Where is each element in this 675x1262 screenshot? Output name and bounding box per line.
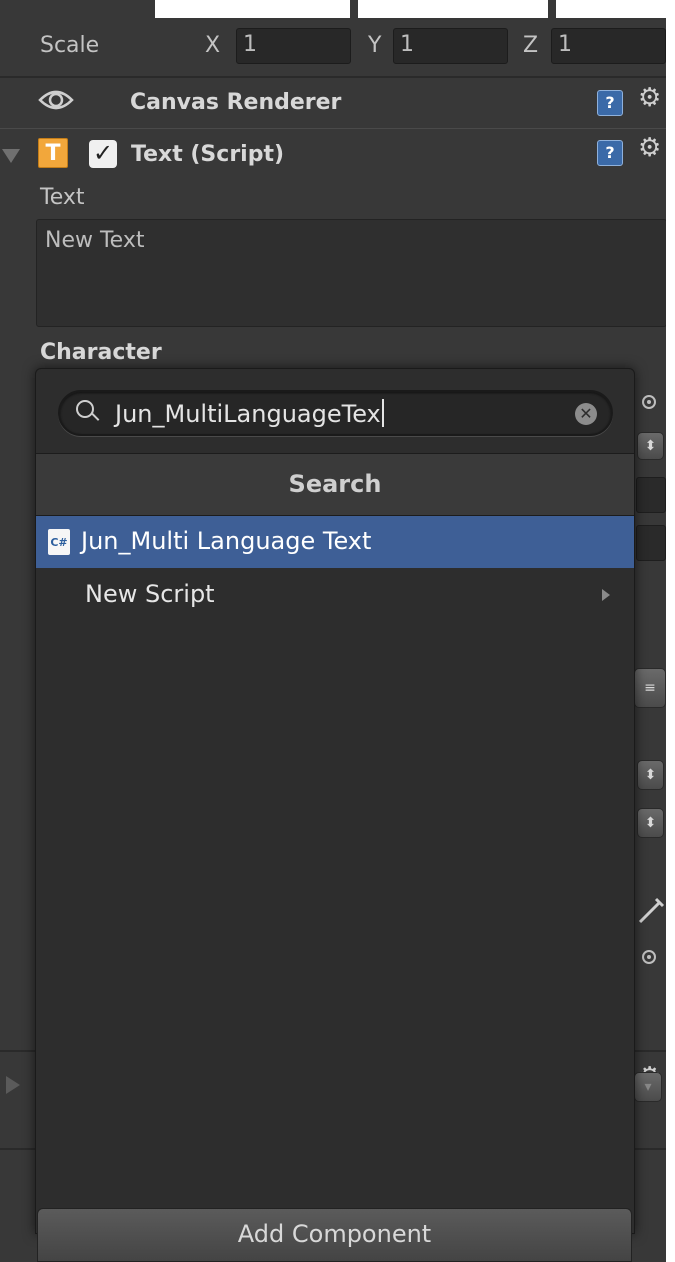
number-field[interactable] [636, 525, 666, 561]
top-strip [350, 0, 358, 18]
search-section-header: Search [36, 453, 634, 516]
top-strip [0, 0, 155, 18]
gear-icon[interactable]: ⚙ [638, 83, 661, 113]
character-section-label: Character [40, 340, 162, 365]
result-item-new-script[interactable]: New Script [36, 569, 634, 621]
scale-x-field[interactable]: 1 [236, 28, 351, 64]
object-picker-icon[interactable] [642, 395, 656, 409]
canvas-renderer-header[interactable]: Canvas Renderer ? ⚙ [0, 78, 666, 128]
scale-row: Scale X 1 Y 1 Z 1 [0, 18, 666, 76]
csharp-script-icon: C# [48, 529, 70, 555]
inspector-panel: Scale X 1 Y 1 Z 1 Canvas Renderer ? ⚙ T … [0, 0, 675, 1262]
text-field-label: Text [40, 185, 85, 210]
help-icon[interactable]: ? [597, 140, 623, 166]
result-item-label: New Script [85, 580, 215, 608]
text-value-area[interactable]: New Text [36, 219, 667, 327]
scale-z-label[interactable]: Z [523, 33, 538, 58]
object-picker-icon[interactable] [642, 950, 656, 964]
component-title: Canvas Renderer [130, 90, 342, 115]
submenu-arrow-icon [602, 589, 610, 601]
number-field[interactable] [636, 477, 666, 513]
help-icon[interactable]: ? [597, 90, 623, 116]
add-component-button[interactable]: Add Component [37, 1208, 632, 1262]
foldout-arrow-icon[interactable] [6, 1076, 20, 1094]
eye-icon[interactable] [38, 87, 74, 113]
clear-search-icon[interactable]: ✕ [575, 403, 597, 425]
component-title: Text (Script) [131, 142, 285, 167]
text-caret [381, 399, 384, 427]
scale-y-field[interactable]: 1 [393, 28, 508, 64]
top-strip [548, 0, 556, 18]
foldout-arrow-icon[interactable] [2, 149, 20, 163]
component-enabled-checkbox[interactable]: ✓ [89, 140, 117, 168]
eyedropper-icon[interactable] [636, 896, 666, 926]
scale-x-label[interactable]: X [205, 33, 220, 58]
text-script-header[interactable]: T ✓ Text (Script) ? ⚙ [0, 129, 666, 181]
component-search-input[interactable]: Jun_MultiLanguageTex ✕ [58, 390, 613, 436]
dropdown-stepper[interactable]: ⬍ [637, 760, 664, 790]
text-script-icon: T [38, 138, 68, 168]
gear-icon[interactable]: ⚙ [638, 133, 661, 163]
scale-label: Scale [40, 33, 100, 58]
cropped-top-edge [0, 0, 675, 18]
dropdown-stepper[interactable]: ⬍ [637, 808, 664, 838]
search-icon [76, 400, 94, 418]
add-component-popup: Jun_MultiLanguageTex ✕ Search C# Jun_Mul… [35, 368, 635, 1234]
dropdown-button[interactable]: ▾ [634, 1072, 662, 1102]
result-item-label: Jun_Multi Language Text [81, 527, 372, 555]
align-button[interactable]: ≡ [634, 668, 666, 708]
scale-y-label[interactable]: Y [368, 33, 381, 58]
result-item-jun-multi-language-text[interactable]: C# Jun_Multi Language Text [36, 516, 634, 568]
cropped-right-edge [666, 0, 675, 1262]
scale-z-field[interactable]: 1 [551, 28, 666, 64]
search-query-text: Jun_MultiLanguageTex [115, 400, 381, 428]
dropdown-stepper[interactable]: ⬍ [637, 432, 664, 460]
